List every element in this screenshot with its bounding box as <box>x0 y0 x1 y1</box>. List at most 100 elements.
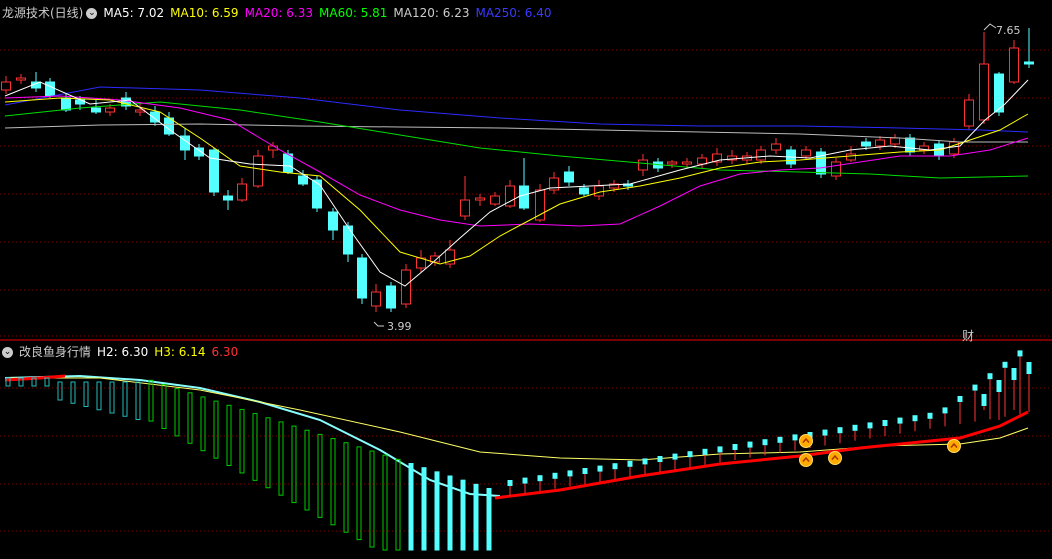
candle-body <box>460 199 470 217</box>
candle-body <box>298 175 308 185</box>
candle-body <box>223 195 233 201</box>
candle-body <box>697 157 707 165</box>
main-panel-header: 龙源技术(日线) ⌄ MA5: 7.02 MA10: 6.59 MA20: 6.33 MA… <box>2 4 558 22</box>
candle-body <box>519 185 529 209</box>
candle-body <box>564 171 574 183</box>
low-price-label: 3.99 <box>387 320 412 333</box>
candle-body <box>890 137 900 145</box>
fish-bar <box>213 400 219 459</box>
ma60-label: MA60: 5.81 <box>319 6 388 20</box>
fish-bar <box>330 438 336 526</box>
fish-cap <box>507 480 513 486</box>
fish-bar <box>317 433 323 518</box>
fish-cap <box>957 396 963 402</box>
ma120-label: MA120: 6.23 <box>393 6 470 20</box>
fish-bar <box>44 377 50 387</box>
candle-body <box>579 187 589 195</box>
fish-bar <box>109 381 115 414</box>
fish-cap <box>687 451 693 458</box>
fish-bar <box>304 429 310 511</box>
h2-line <box>494 410 1029 500</box>
candle-body <box>45 81 55 97</box>
fish-cap <box>867 422 873 429</box>
fish-cap <box>996 380 1002 392</box>
fish-cap <box>981 394 987 406</box>
sub-panel-title[interactable]: 改良鱼身行情 <box>19 345 91 359</box>
fish-bar <box>434 471 440 551</box>
candle-body <box>771 143 781 151</box>
candle-body <box>475 197 485 201</box>
fish-bar <box>421 467 427 551</box>
candle-body <box>1 81 11 91</box>
fish-cap <box>657 456 663 462</box>
chevron-down-icon[interactable]: ⌄ <box>2 347 13 358</box>
fish-bar <box>460 479 466 551</box>
chart-canvas: 7.65 3.99 财 <box>0 23 1052 551</box>
fish-cap <box>822 429 828 436</box>
fish-bar <box>200 396 206 452</box>
candle-body <box>253 155 263 187</box>
candle-body <box>594 185 604 197</box>
candle-body <box>964 99 974 127</box>
candle-body <box>209 149 219 193</box>
buy-signal-icon <box>947 439 961 453</box>
fish-cap <box>702 448 708 455</box>
fish-cap <box>552 472 558 479</box>
fish-bar <box>174 388 180 437</box>
fish-bar <box>356 446 362 541</box>
candle-body <box>371 291 381 307</box>
high-price-label: 7.65 <box>996 24 1021 37</box>
fish-bar <box>57 381 63 401</box>
fish-bar <box>382 454 388 551</box>
candle-body <box>846 153 856 161</box>
fish-cap <box>612 463 618 470</box>
low-pointer <box>373 321 384 327</box>
ma5-label: MA5: 7.02 <box>103 6 165 20</box>
fish-bar <box>70 381 76 404</box>
fish-cap <box>522 477 528 484</box>
fish-cap <box>1011 368 1017 380</box>
fish-bar <box>226 404 232 467</box>
ma5-line <box>4 79 1029 287</box>
fish-bar <box>395 458 401 551</box>
candle-body <box>1009 47 1019 83</box>
candle-body <box>979 63 989 121</box>
candle-body <box>357 257 367 299</box>
candle-body <box>905 137 915 153</box>
ma10-line <box>4 97 1029 265</box>
fish-cap <box>582 468 588 474</box>
candle-body <box>1024 61 1034 65</box>
candle-body <box>535 189 545 221</box>
fish-bar <box>473 483 479 551</box>
fish-cap <box>537 475 543 482</box>
candle-body <box>61 97 71 111</box>
fish-cap <box>1002 361 1008 368</box>
candle-body <box>237 183 247 201</box>
candle-body <box>386 285 396 309</box>
chevron-down-icon[interactable]: ⌄ <box>86 8 98 19</box>
main-panel-title[interactable]: 龙源技术(日线) <box>2 6 83 20</box>
fish-cap <box>747 441 753 448</box>
fish-cap <box>912 415 918 422</box>
candle-body <box>638 159 648 171</box>
candle-body <box>667 161 677 165</box>
candle-body <box>831 161 841 177</box>
fish-cap <box>597 465 603 472</box>
fish-bar <box>369 450 375 548</box>
extra-label: 6.30 <box>211 345 239 359</box>
fish-cap <box>897 417 903 424</box>
fish-cap <box>567 470 573 477</box>
fish-bar <box>83 381 89 407</box>
fish-bar <box>343 442 349 533</box>
fish-bar <box>161 383 167 429</box>
candle-body <box>91 107 101 113</box>
fish-bar <box>239 408 245 474</box>
fish-bar <box>122 381 128 417</box>
buy-signal-icon <box>828 451 842 465</box>
fish-cap <box>717 446 723 453</box>
fish-cap <box>762 439 768 446</box>
fish-cap <box>882 420 888 426</box>
candle-body <box>105 107 115 113</box>
fish-bar <box>291 425 297 504</box>
fish-cap <box>642 458 648 465</box>
